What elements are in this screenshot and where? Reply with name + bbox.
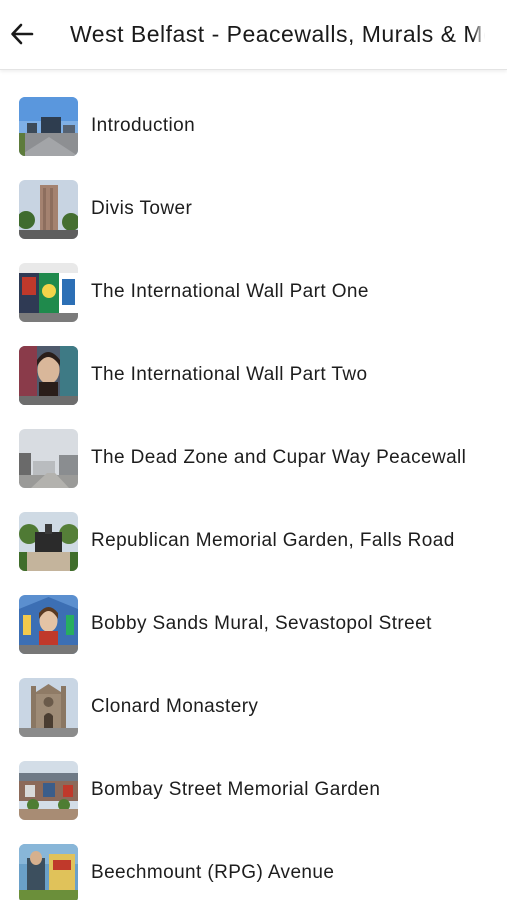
tour-stop-item[interactable]: Bobby Sands Mural, Sevastopol Street: [0, 583, 507, 666]
street-photo-thumbnail: [19, 97, 78, 156]
memorial-garden-photo-thumbnail: [19, 512, 78, 571]
tour-stop-item[interactable]: The International Wall Part One: [0, 251, 507, 334]
portrait-mural-photo-thumbnail: [19, 346, 78, 405]
page-title: West Belfast - Peacewalls, Murals & Memo…: [70, 18, 485, 50]
tour-stop-item[interactable]: The International Wall Part Two: [0, 334, 507, 417]
monastery-photo-thumbnail: [19, 678, 78, 737]
tour-stop-item[interactable]: Divis Tower: [0, 168, 507, 251]
tour-stop-label: Clonard Monastery: [91, 696, 259, 717]
tour-stop-item[interactable]: Introduction: [0, 85, 507, 168]
tour-stop-label: The International Wall Part Two: [91, 364, 368, 385]
tour-stops-screen: West Belfast - Peacewalls, Murals & Memo…: [0, 0, 507, 900]
arrow-left-icon: [11, 23, 34, 45]
page-title-text: West Belfast - Peacewalls, Murals & Memo…: [70, 21, 485, 47]
peacewall-photo-thumbnail: [19, 429, 78, 488]
top-app-bar: West Belfast - Peacewalls, Murals & Memo…: [0, 0, 507, 70]
bobby-sands-mural-photo-thumbnail: [19, 595, 78, 654]
tour-stop-label: The Dead Zone and Cupar Way Peacewall: [91, 447, 467, 468]
title-fade-overlay: [473, 18, 485, 50]
tower-photo-thumbnail: [19, 180, 78, 239]
tour-stop-label: Bobby Sands Mural, Sevastopol Street: [91, 613, 432, 634]
tour-stop-item[interactable]: Clonard Monastery: [0, 666, 507, 749]
tour-stop-label: Divis Tower: [91, 198, 193, 219]
tour-stop-label: Republican Memorial Garden, Falls Road: [91, 530, 455, 551]
tour-stop-item[interactable]: The Dead Zone and Cupar Way Peacewall: [0, 417, 507, 500]
mural-wall-photo-thumbnail: [19, 263, 78, 322]
tour-stop-label: Introduction: [91, 115, 196, 136]
tour-stop-list: Introduction Divis Tower The Internation…: [0, 85, 507, 900]
tour-stop-item[interactable]: Beechmount (RPG) Avenue: [0, 832, 507, 900]
beechmount-mural-photo-thumbnail: [19, 844, 78, 900]
tour-stop-label: The International Wall Part One: [91, 281, 369, 302]
bombay-street-garden-photo-thumbnail: [19, 761, 78, 820]
back-button[interactable]: [5, 14, 39, 54]
tour-stop-item[interactable]: Bombay Street Memorial Garden: [0, 749, 507, 832]
tour-stop-label: Beechmount (RPG) Avenue: [91, 862, 335, 883]
tour-stop-item[interactable]: Republican Memorial Garden, Falls Road: [0, 500, 507, 583]
tour-stop-label: Bombay Street Memorial Garden: [91, 779, 381, 800]
